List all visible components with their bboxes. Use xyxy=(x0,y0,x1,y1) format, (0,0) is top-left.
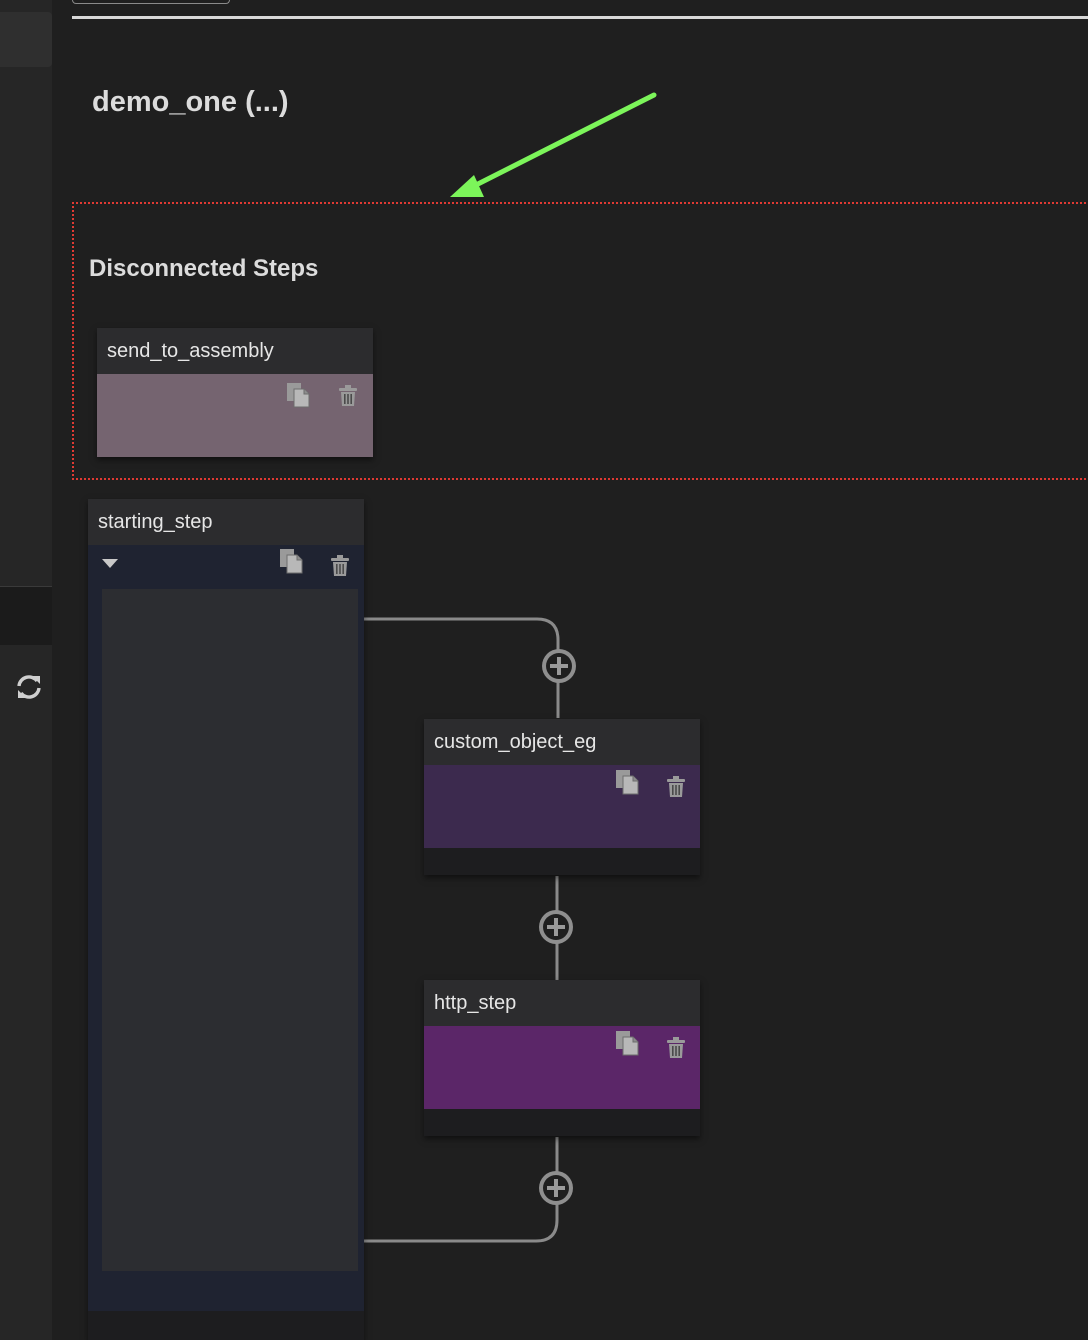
step-body xyxy=(424,1026,700,1109)
plus-circle-icon[interactable] xyxy=(541,648,577,684)
step-footer xyxy=(88,1311,364,1340)
step-children-area xyxy=(102,589,358,1271)
trash-icon[interactable] xyxy=(325,550,355,580)
trash-icon[interactable] xyxy=(661,771,691,801)
step-footer xyxy=(424,1109,700,1136)
copy-icon[interactable] xyxy=(612,767,642,797)
step-card-http-step[interactable]: http_step xyxy=(424,980,700,1136)
step-card-starting-step[interactable]: starting_step xyxy=(88,499,364,1340)
step-footer xyxy=(424,848,700,875)
step-name[interactable]: custom_object_eg xyxy=(424,719,700,765)
step-name[interactable]: starting_step xyxy=(88,499,364,545)
step-name[interactable]: http_step xyxy=(424,980,700,1026)
plus-circle-icon[interactable] xyxy=(538,909,574,945)
plus-circle-icon[interactable] xyxy=(538,1170,574,1206)
step-body xyxy=(424,765,700,848)
copy-icon[interactable] xyxy=(276,546,306,576)
copy-icon[interactable] xyxy=(612,1028,642,1058)
step-card-custom-object-eg[interactable]: custom_object_eg xyxy=(424,719,700,875)
caret-down-icon[interactable] xyxy=(102,559,118,568)
trash-icon[interactable] xyxy=(661,1032,691,1062)
